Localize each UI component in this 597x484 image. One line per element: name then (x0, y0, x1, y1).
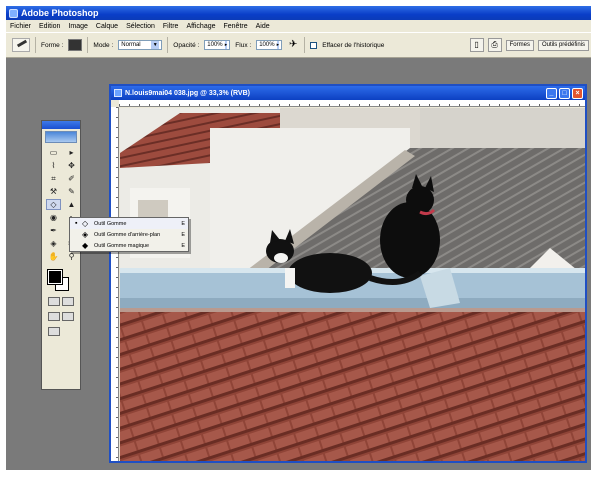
print-icon[interactable]: ⎙ (487, 38, 502, 52)
flow-field[interactable]: 100% ▸ (256, 40, 283, 50)
file-browser-icon[interactable]: ▯ (469, 38, 484, 52)
document-title: N.louis9mai04 038.jpg @ 33,3% (RVB) (125, 89, 250, 97)
menu-fichier[interactable]: Fichier (10, 23, 31, 30)
app-title: Adobe Photoshop (21, 8, 99, 18)
flyout-item-eraser[interactable]: ▪ ◇ Outil Gomme E (70, 218, 188, 229)
mask-mode-row (42, 294, 80, 309)
crop-tool-icon[interactable]: ⌗ (46, 173, 61, 184)
tab-formes[interactable]: Formes (505, 39, 534, 51)
options-bar: Forme : Mode : Normal ▼ Opacité : 100% ▸… (6, 32, 591, 58)
pen-tool-icon[interactable]: ✒ (46, 225, 61, 236)
document-titlebar[interactable]: N.louis9mai04 038.jpg @ 33,3% (RVB) _ □ … (111, 86, 585, 100)
maximize-button[interactable]: □ (559, 87, 570, 99)
full-screen-button[interactable] (62, 312, 74, 321)
eraser-tool-icon[interactable]: ◇ (46, 199, 61, 210)
menu-bar: Fichier Edition Image Calque Sélection F… (6, 20, 591, 32)
photoshop-logo-icon[interactable] (45, 131, 77, 143)
marquee-tool-icon[interactable]: ▭ (46, 147, 61, 158)
photo-canvas[interactable] (120, 108, 585, 461)
vertical-ruler[interactable] (111, 107, 119, 461)
menu-edition[interactable]: Edition (39, 23, 60, 30)
menu-image[interactable]: Image (68, 23, 87, 30)
window-buttons: _ □ × (546, 87, 585, 99)
menu-selection[interactable]: Sélection (126, 23, 155, 30)
magic-eraser-icon: ◆ (82, 240, 89, 250)
gradient-tool-icon[interactable]: ◉ (46, 212, 61, 223)
quick-mask-button[interactable] (62, 297, 74, 306)
menu-affichage[interactable]: Affichage (186, 23, 215, 30)
eraser-flyout-menu: ▪ ◇ Outil Gomme E ◈ Outil Gomme d'arrièr… (69, 217, 189, 252)
photoshop-icon (9, 8, 18, 18)
opacity-value: 100% (207, 42, 223, 48)
menu-filtre[interactable]: Filtre (163, 23, 179, 30)
move-tool-icon[interactable]: ▸ (64, 147, 79, 158)
erase-history-checkbox[interactable] (310, 41, 318, 49)
brush-picker[interactable] (68, 39, 83, 51)
erase-history-label: Effacer de l'historique (322, 41, 385, 49)
menu-calque[interactable]: Calque (96, 23, 118, 30)
brush-label: Forme : (41, 41, 64, 49)
toolbox: ▭ ▸ ⌇ ✥ ⌗ ✐ ⚒ ✎ ◇ ▲ ◉ ◐ ✒ T ◈ ✂ ✋ ⚲ (41, 120, 81, 390)
background-eraser-icon: ◈ (82, 229, 89, 239)
history-brush-tool-icon[interactable]: ▲ (64, 199, 79, 210)
lasso-tool-icon[interactable]: ⌇ (46, 160, 61, 171)
path-selection-tool-icon[interactable]: ◈ (46, 238, 61, 249)
brush-tool-icon[interactable]: ✎ (64, 186, 79, 197)
separator (35, 37, 36, 53)
tool-preset-picker[interactable] (12, 38, 30, 52)
airbrush-icon[interactable]: ✈ (287, 39, 299, 51)
jump-to-imageready-button[interactable] (48, 327, 60, 336)
opacity-label: Opacité : (173, 41, 200, 49)
menu-aide[interactable]: Aide (256, 23, 270, 30)
minimize-button[interactable]: _ (546, 87, 557, 99)
color-swatches (46, 269, 76, 294)
separator (167, 37, 169, 53)
flyout-item-label: Outil Gomme d'arrière-plan (94, 231, 161, 238)
tab-outils-predefinis[interactable]: Outils prédéfinis (537, 39, 589, 51)
mode-select[interactable]: Normal ▼ (118, 40, 163, 50)
jump-to-row (42, 324, 80, 339)
selected-bullet-icon: ▪ (75, 220, 78, 227)
flyout-item-shortcut: E (181, 220, 185, 227)
separator (87, 37, 89, 53)
slice-tool-icon[interactable]: ✐ (64, 173, 79, 184)
chevron-down-icon: ▼ (151, 41, 160, 49)
separator (304, 37, 306, 53)
horizontal-ruler[interactable] (119, 100, 585, 107)
standard-screen-button[interactable] (48, 312, 60, 321)
healing-tool-icon[interactable]: ⚒ (46, 186, 61, 197)
flyout-item-label: Outil Gomme (94, 220, 127, 227)
flow-value: 100% (259, 42, 275, 48)
cats-on-roof-photo (120, 108, 585, 461)
standard-mode-button[interactable] (48, 297, 60, 306)
mode-value: Normal (121, 42, 141, 48)
chevron-down-icon: ▸ (224, 41, 228, 49)
flyout-item-shortcut: E (181, 231, 185, 238)
app-titlebar: Adobe Photoshop (6, 6, 591, 20)
flyout-item-magic-eraser[interactable]: ◆ Outil Gomme magique E (70, 240, 188, 251)
toolbox-titlebar[interactable] (42, 121, 80, 129)
opacity-field[interactable]: 100% ▸ (204, 40, 231, 50)
screen-mode-row (42, 309, 80, 324)
mode-label: Mode : (93, 41, 114, 49)
hand-tool-icon[interactable]: ✋ (46, 251, 61, 262)
flyout-item-shortcut: E (181, 242, 185, 249)
zoom-tool-icon[interactable]: ⚲ (64, 251, 79, 262)
menu-fenetre[interactable]: Fenêtre (224, 23, 248, 30)
chevron-down-icon: ▸ (276, 41, 280, 49)
flyout-item-background-eraser[interactable]: ◈ Outil Gomme d'arrière-plan E (70, 229, 188, 240)
magic-wand-tool-icon[interactable]: ✥ (64, 160, 79, 171)
document-icon (114, 89, 122, 97)
close-button[interactable]: × (572, 87, 583, 99)
document-window: N.louis9mai04 038.jpg @ 33,3% (RVB) _ □ … (109, 84, 587, 463)
options-right: ▯ ⎙ Formes Outils prédéfinis (469, 38, 591, 52)
flow-label: Flux : (235, 41, 252, 49)
foreground-color-swatch[interactable] (47, 269, 63, 285)
flyout-item-label: Outil Gomme magique (94, 242, 150, 249)
eraser-icon: ◇ (82, 218, 89, 228)
